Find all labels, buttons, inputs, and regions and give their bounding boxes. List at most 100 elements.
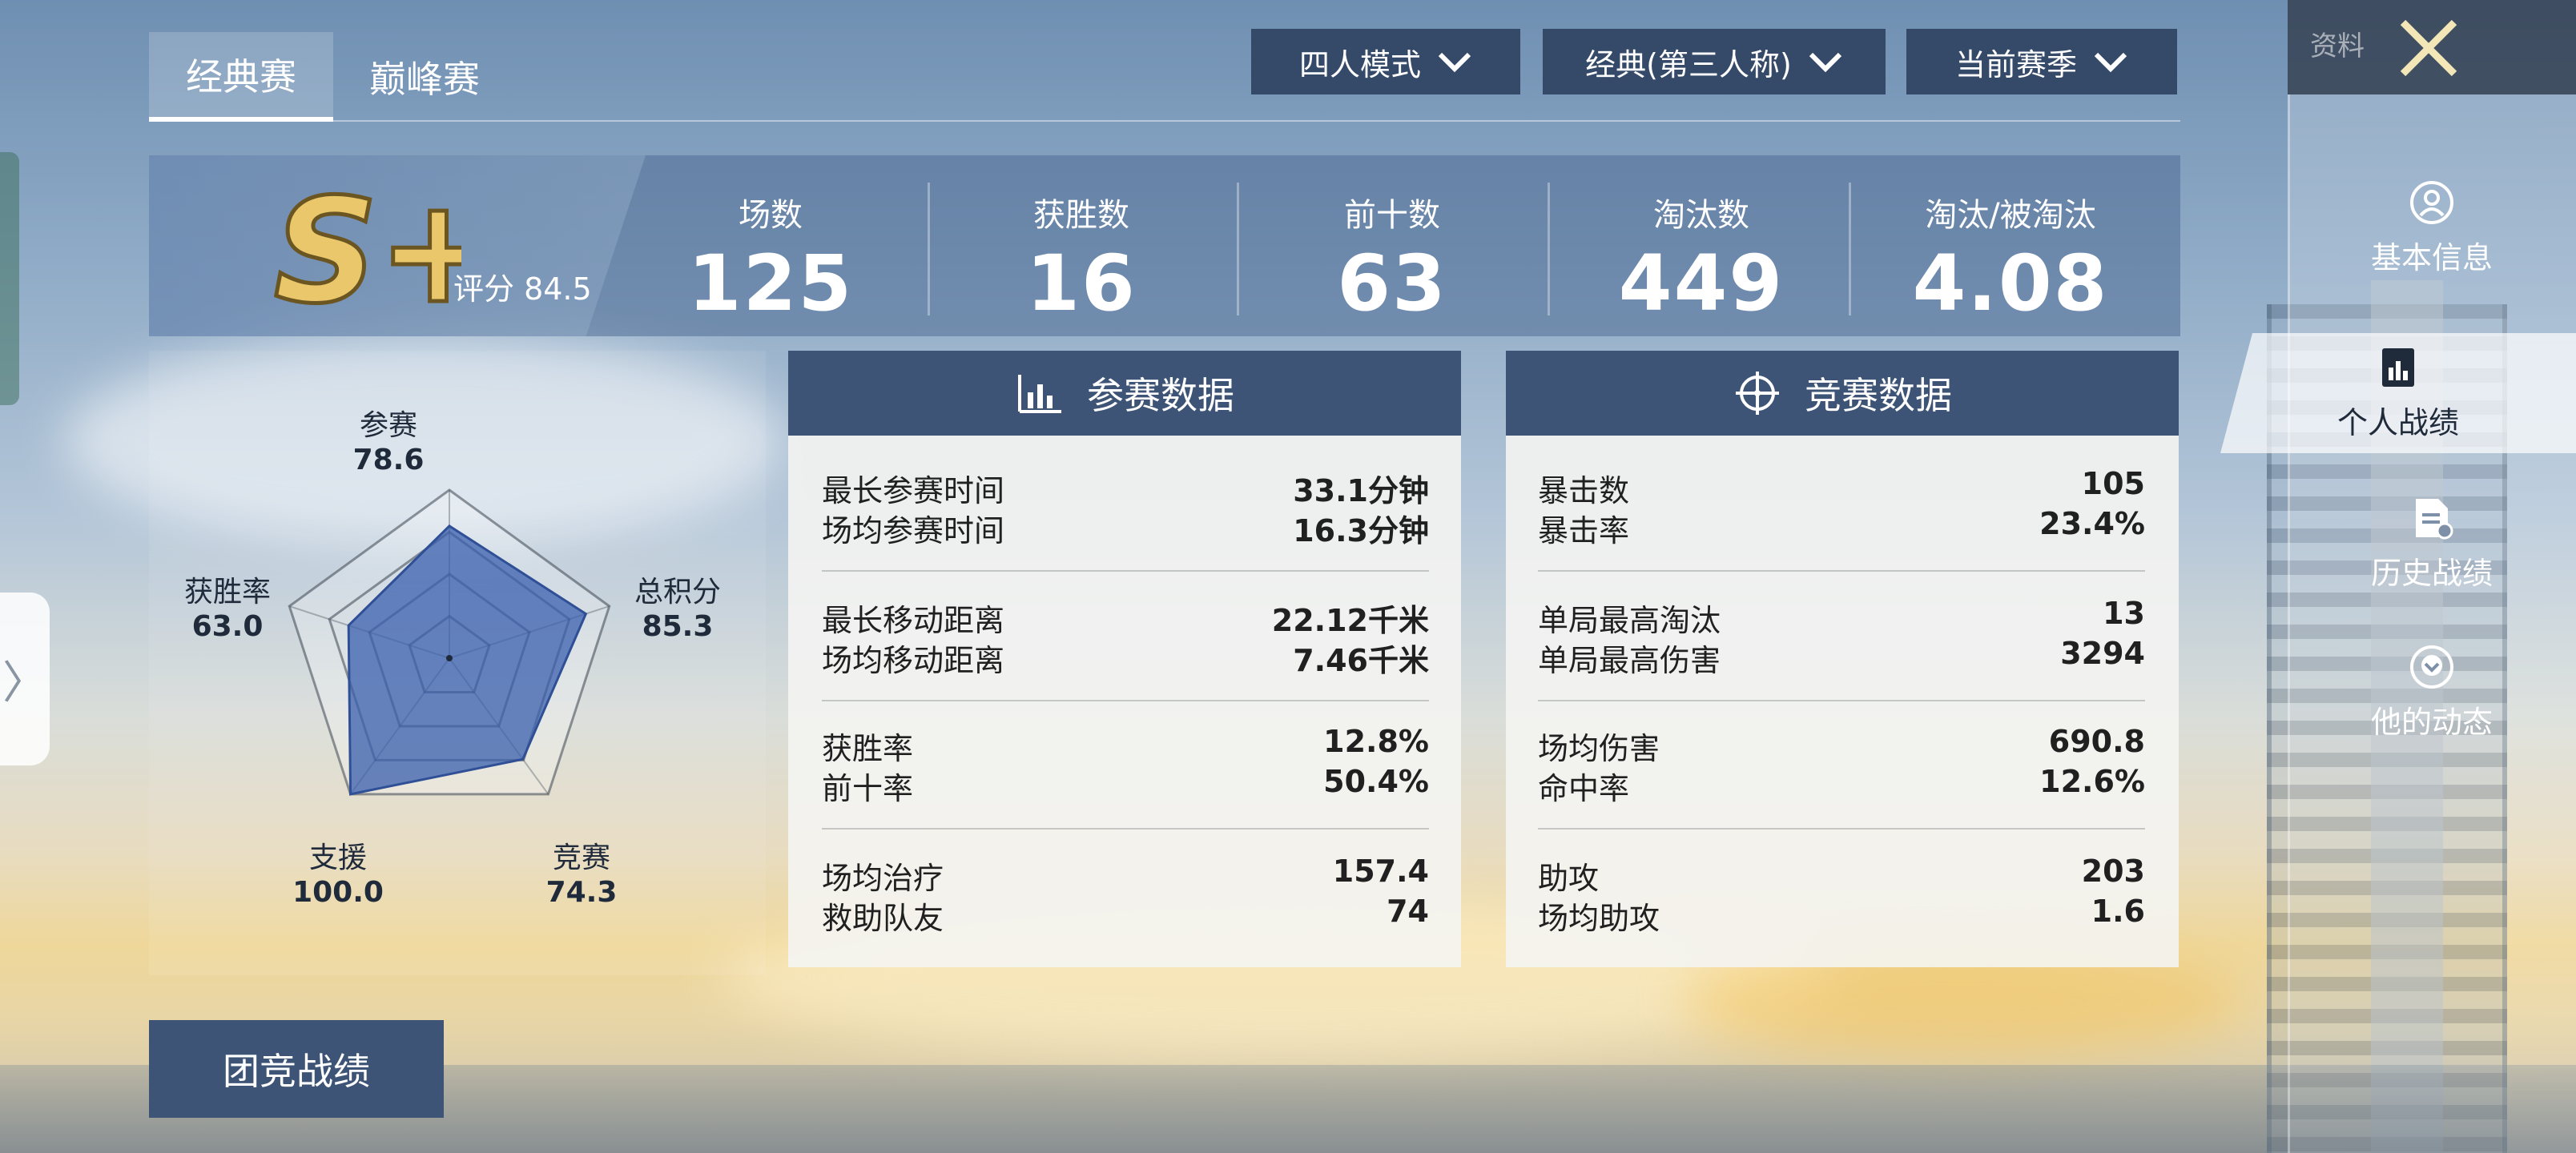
stat-row-label: 场均移动距离 [822,643,1005,678]
stat-row-value: 157.4 [1332,854,1429,889]
radar-axis-value: 63.0 [191,610,264,643]
radar-axis-value: 74.3 [545,876,618,909]
mode-dropdown[interactable]: 四人模式 [1251,29,1520,94]
tab-peak[interactable]: 巅峰赛 [336,32,513,122]
stat-divider [1849,183,1851,315]
stat-row: 单局最高伤害 3294 [1538,636,2145,678]
stat-label: 获胜数 [1033,197,1129,234]
row-separator [1538,828,2145,830]
stat-row-value: 7.46千米 [1293,643,1429,678]
stat-value: 63 [1337,239,1447,328]
side-item-label: 他的动态 [2370,704,2493,740]
stat-row: 助攻 203 [1538,854,2145,896]
stat-row: 单局最高淘汰 13 [1538,596,2145,638]
stat-row-label: 单局最高淘汰 [1538,603,1721,638]
participation-card-title: 参赛数据 [1087,374,1234,417]
chevron-right-icon: 〉 [2,657,47,709]
chart-icon [2382,348,2414,387]
stat-label: 淘汰/被淘汰 [1925,197,2096,234]
expand-handle[interactable]: 〉 [0,593,50,765]
stat-row-value: 1.6 [2091,894,2145,929]
side-item-label: 基本信息 [2370,239,2493,275]
radar-label-win-rate: 获胜率 63.0 [147,568,308,643]
rating-text: 评分 84.5 [453,271,592,307]
tab-classic[interactable]: 经典赛 [149,32,333,122]
chevron-down-icon [2094,52,2127,73]
stat-kd-ratio: 淘汰/被淘汰 4.08 [1874,189,2147,328]
stat-divider [1237,183,1239,315]
mode-dropdown-label: 四人模式 [1298,46,1421,82]
stat-row-label: 暴击数 [1538,473,1630,508]
participation-card-header: 参赛数据 [788,351,1461,436]
stat-row-value: 33.1分钟 [1293,473,1429,508]
radar-axis-name: 竞赛 [552,842,610,874]
stat-divider [928,183,930,315]
stat-row: 场均助攻 1.6 [1538,894,2145,936]
stat-row-value: 50.4% [1323,764,1429,799]
rank-text: S+ [274,168,461,317]
stat-row-value: 23.4% [2039,506,2145,541]
stat-wins: 获胜数 16 [945,189,1218,328]
stat-row-value: 16.3分钟 [1293,513,1429,548]
left-edge-strip [0,152,19,405]
tab-divider [149,120,2180,122]
stat-row-value: 22.12千米 [1271,603,1429,638]
team-record-button[interactable]: 团竞战绩 [149,1020,444,1118]
row-separator [1538,700,2145,701]
stat-row-label: 场均参赛时间 [822,513,1005,548]
competition-card-header: 竞赛数据 [1506,351,2179,436]
stat-row: 获胜率 12.8% [822,724,1429,766]
download-circle-icon [2410,645,2453,689]
radar-axis-name: 参赛 [359,409,417,442]
stat-row-label: 最长移动距离 [822,603,1005,638]
row-separator [822,828,1429,830]
stat-row-label: 获胜率 [822,731,914,766]
side-item-activity[interactable]: 他的动态 [2288,633,2576,753]
perspective-dropdown-label: 经典(第三人称) [1585,46,1792,82]
stat-value: 16 [1026,239,1137,328]
radar-axis-value: 85.3 [642,610,714,643]
stat-value: 4.08 [1912,239,2109,328]
stat-matches: 场数 125 [634,189,907,328]
side-item-label: 个人战绩 [2337,404,2459,440]
stat-value: 449 [1618,239,1785,328]
side-item-basic-info[interactable]: 基本信息 [2288,168,2576,288]
stat-row: 救助队友 74 [822,894,1429,936]
stat-row-label: 最长参赛时间 [822,473,1005,508]
stat-row: 最长移动距离 22.12千米 [822,596,1429,638]
stat-row: 最长参赛时间 33.1分钟 [822,466,1429,508]
competition-card-title: 竞赛数据 [1805,374,1952,417]
stat-row: 暴击数 105 [1538,466,2145,508]
side-item-personal-record[interactable]: 个人战绩 [2220,333,2576,453]
stat-row-value: 3294 [2060,636,2145,671]
radar-label-support: 支援 100.0 [258,834,418,909]
radar-label-participation: 参赛 78.6 [308,402,469,476]
side-item-history[interactable]: 历史战绩 [2288,484,2576,604]
season-dropdown-label: 当前赛季 [1954,46,2077,82]
stat-row-label: 助攻 [1538,861,1600,896]
stat-row-label: 场均治疗 [822,861,944,896]
stat-row: 场均参赛时间 16.3分钟 [822,506,1429,548]
perspective-dropdown[interactable]: 经典(第三人称) [1543,29,1886,94]
stat-row-value: 105 [2081,466,2145,501]
close-icon[interactable] [2392,11,2465,85]
radar-label-total-score: 总积分 85.3 [598,568,758,643]
side-item-label: 历史战绩 [2370,555,2493,591]
stat-label: 前十数 [1344,197,1440,234]
chevron-down-icon [1809,52,1841,73]
radar-axis-name: 支援 [308,842,367,874]
stat-top-ten: 前十数 63 [1256,189,1528,328]
stat-row: 命中率 12.6% [1538,764,2145,806]
row-separator [822,700,1429,701]
radar-axis-name: 总积分 [634,576,721,609]
document-icon [2416,498,2453,539]
person-icon [2410,180,2453,224]
stat-row-value: 12.8% [1323,724,1429,759]
season-dropdown[interactable]: 当前赛季 [1906,29,2177,94]
stat-row-value: 12.6% [2039,764,2145,799]
stat-row-value: 74 [1387,894,1429,929]
stat-row-label: 救助队友 [822,901,944,936]
stat-divider [1548,183,1550,315]
radar-axis-name: 获胜率 [183,576,271,609]
stat-label: 场数 [739,197,803,234]
